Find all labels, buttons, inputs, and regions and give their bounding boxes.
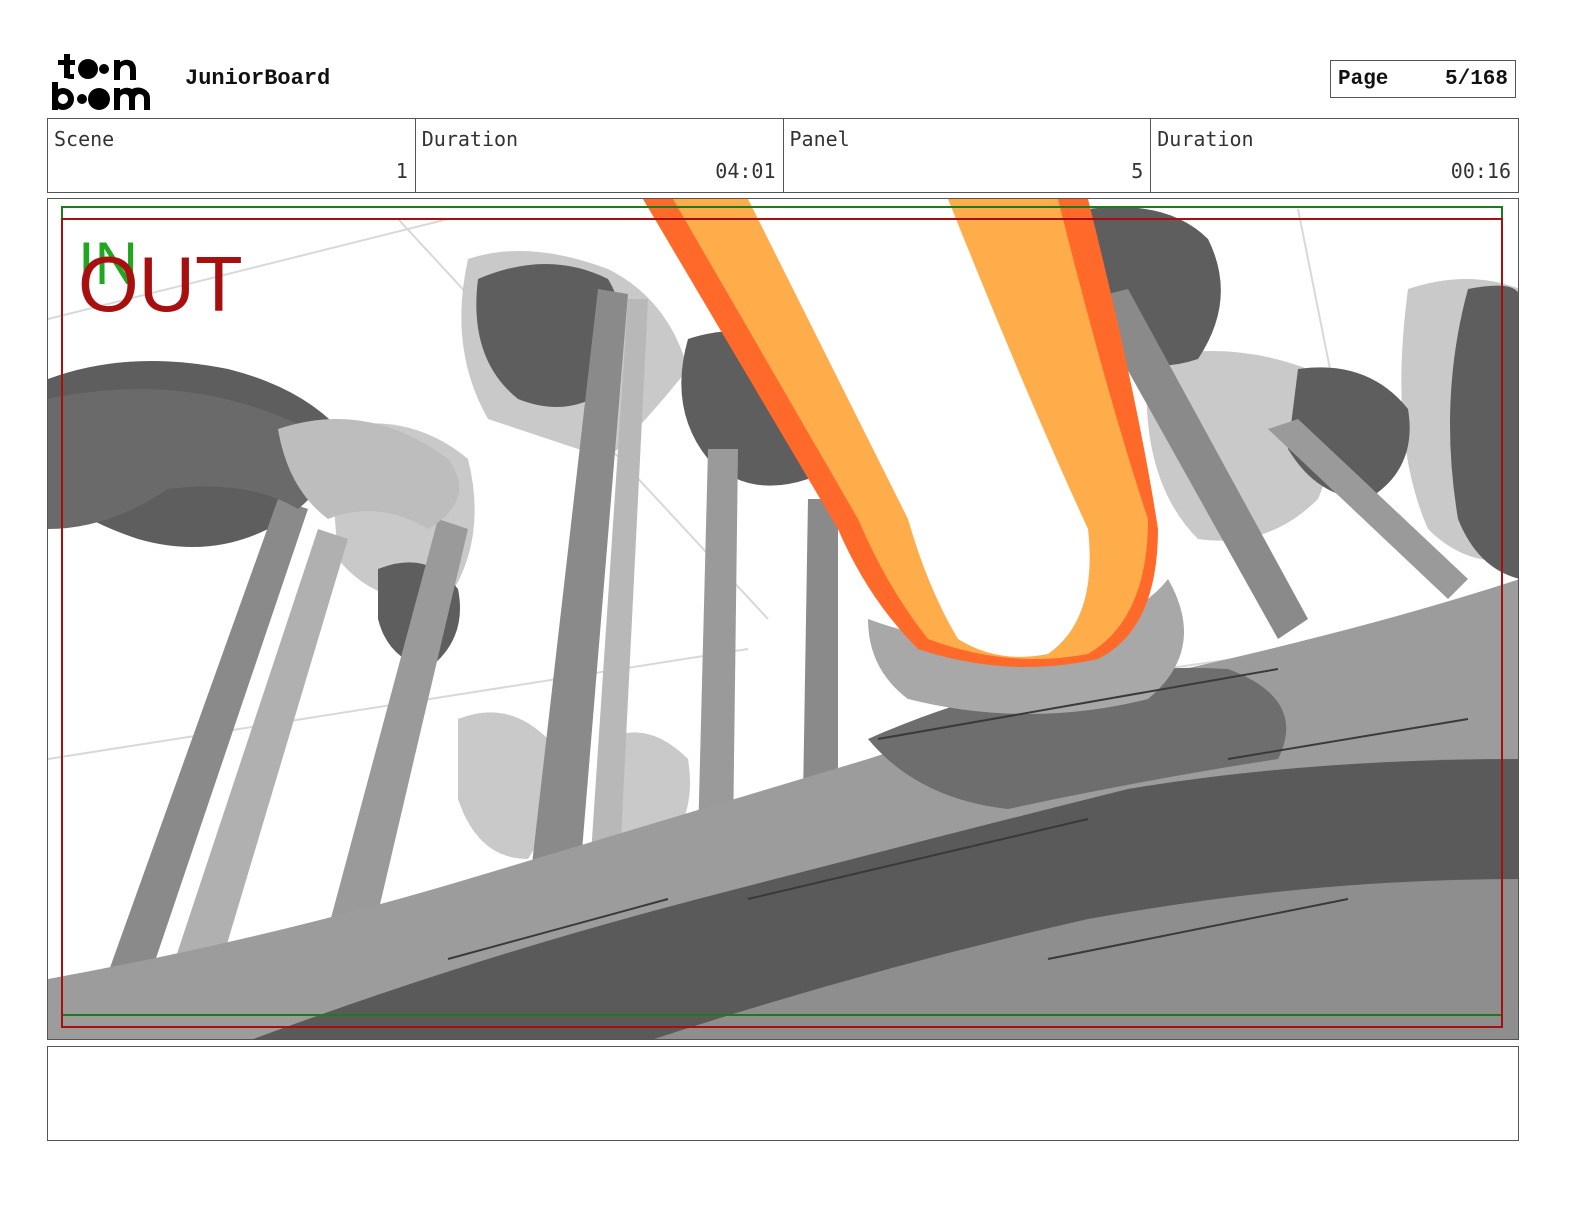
page-label: Page bbox=[1338, 68, 1389, 91]
scene-duration-cell: Duration 04:01 bbox=[416, 119, 784, 192]
toon-boom-logo bbox=[52, 52, 164, 112]
page-value: 5/168 bbox=[1444, 68, 1508, 91]
storyboard-panel-image: IN OUT bbox=[47, 198, 1519, 1040]
scene-cell: Scene 1 bbox=[48, 119, 416, 192]
scene-duration-value: 04:01 bbox=[715, 159, 776, 183]
panel-label: Panel bbox=[789, 127, 850, 151]
scene-label: Scene bbox=[54, 127, 115, 151]
app-title: JuniorBoard bbox=[185, 66, 331, 91]
toon-boom-logo-icon bbox=[52, 54, 150, 110]
out-marker: OUT bbox=[78, 240, 243, 328]
scene-value: 1 bbox=[395, 159, 408, 183]
panel-duration-cell: Duration 00:16 bbox=[1151, 119, 1518, 192]
panel-duration-label: Duration bbox=[1157, 127, 1254, 151]
panel-duration-value: 00:16 bbox=[1450, 159, 1511, 183]
panel-info-row: Scene 1 Duration 04:01 Panel 5 Duration … bbox=[47, 118, 1519, 193]
scene-duration-label: Duration bbox=[421, 127, 519, 151]
panel-notes-box[interactable] bbox=[47, 1046, 1519, 1141]
jungle-beam-sketch bbox=[48, 199, 1518, 1039]
page-indicator: Page 5/168 bbox=[1330, 60, 1516, 98]
panel-value: 5 bbox=[1131, 159, 1144, 183]
panel-cell: Panel 5 bbox=[784, 119, 1152, 192]
